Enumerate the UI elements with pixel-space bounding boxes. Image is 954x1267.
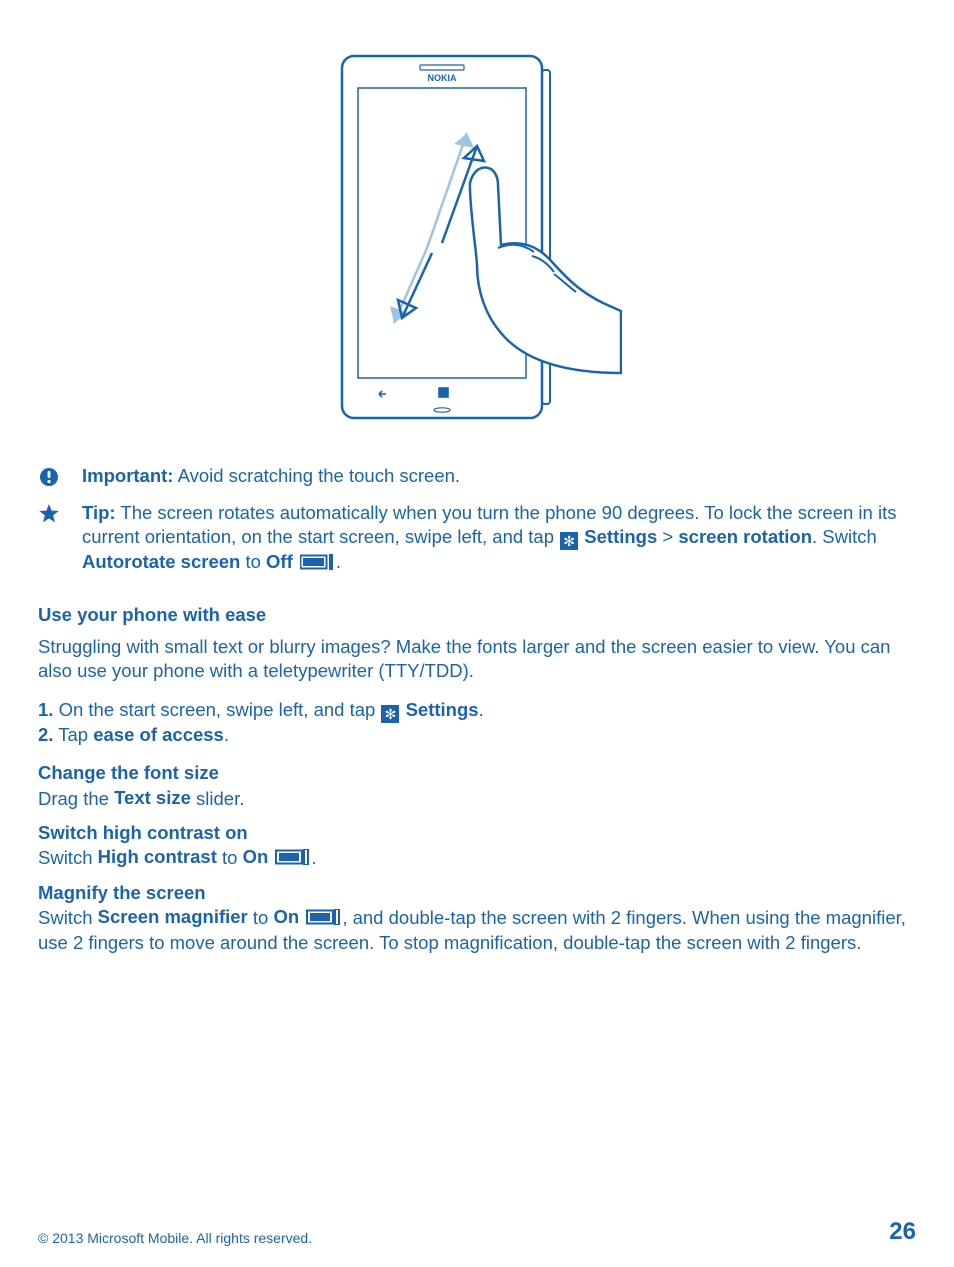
page-footer: © 2013 Microsoft Mobile. All rights rese…: [38, 1216, 916, 1248]
page-number: 26: [889, 1216, 916, 1248]
mag-to: to: [248, 907, 274, 928]
step2-a: Tap: [53, 724, 93, 745]
step2-end: .: [224, 724, 229, 745]
mag-on: On: [273, 906, 299, 927]
tip-label: Tip:: [82, 502, 116, 523]
step2-bold: ease of access: [93, 724, 224, 745]
gear-icon: ✻: [381, 705, 399, 723]
step2-no: 2.: [38, 724, 53, 745]
phone-illustration: NOKIA: [38, 48, 916, 434]
gear-icon: ✻: [560, 532, 578, 550]
step1-a: On the start screen, swipe left, and tap: [53, 699, 380, 720]
mag-a: Switch: [38, 907, 98, 928]
tip-screen-rotation: screen rotation: [678, 526, 812, 547]
hc-to: to: [217, 847, 243, 868]
tip-icon: [38, 501, 82, 575]
step1-settings: Settings: [406, 699, 479, 720]
tip-settings: Settings: [584, 526, 657, 547]
important-text: Avoid scratching the touch screen.: [178, 465, 460, 486]
font-b: Text size: [114, 787, 191, 808]
tip-note: Tip: The screen rotates automatically wh…: [38, 501, 916, 575]
step1-end: .: [479, 699, 484, 720]
toggle-off-icon: [300, 554, 334, 570]
tip-off: Off: [266, 551, 293, 572]
ease-para: Struggling with small text or blurry ima…: [38, 635, 916, 684]
hc-b: High contrast: [98, 846, 217, 867]
phone-brand-label: NOKIA: [428, 73, 458, 83]
hc-end: .: [311, 847, 316, 868]
hc-on: On: [243, 846, 269, 867]
font-a: Drag the: [38, 788, 114, 809]
important-label: Important:: [82, 465, 173, 486]
toggle-on-icon: [306, 909, 340, 925]
font-size-heading: Change the font size: [38, 761, 916, 785]
gt-sep: >: [662, 526, 673, 547]
tip-to: to: [240, 551, 266, 572]
hc-a: Switch: [38, 847, 98, 868]
tip-end: .: [336, 551, 341, 572]
step1-no: 1.: [38, 699, 53, 720]
steps: 1. On the start screen, swipe left, and …: [38, 698, 916, 747]
ease-title: Use your phone with ease: [38, 603, 916, 627]
tip-switch-1: . Switch: [812, 526, 877, 547]
mag-b: Screen magnifier: [98, 906, 248, 927]
important-icon: [38, 464, 82, 494]
high-contrast-heading: Switch high contrast on: [38, 821, 916, 845]
important-note: Important: Avoid scratching the touch sc…: [38, 464, 916, 494]
toggle-on-icon: [275, 849, 309, 865]
font-c: slider.: [191, 788, 244, 809]
magnify-heading: Magnify the screen: [38, 881, 916, 905]
tip-autorotate: Autorotate screen: [82, 551, 240, 572]
copyright-text: © 2013 Microsoft Mobile. All rights rese…: [38, 1229, 312, 1247]
